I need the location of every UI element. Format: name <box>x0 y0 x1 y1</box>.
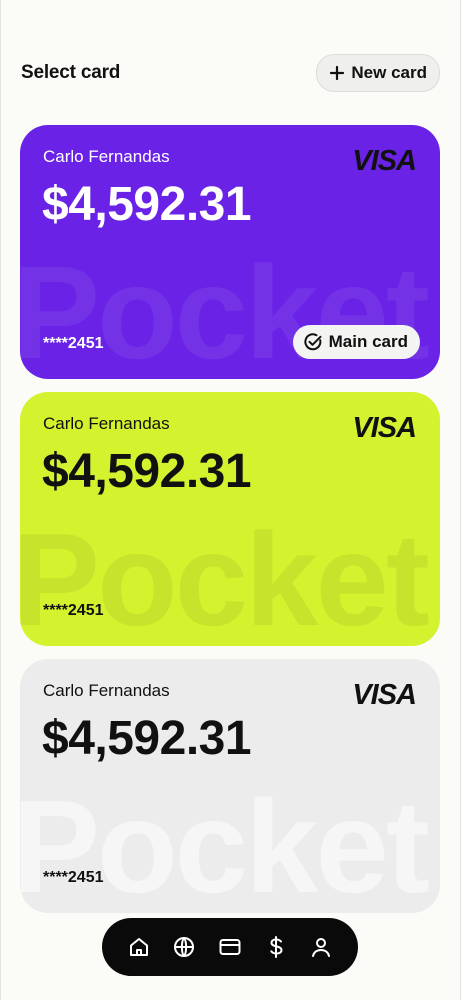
card-balance: $4,592.31 <box>42 712 252 765</box>
card-balance: $4,592.31 <box>42 178 252 231</box>
visa-logo: VISA <box>352 145 417 177</box>
nav-explore[interactable] <box>166 929 202 965</box>
card-holder-name: Carlo Fernandas <box>43 681 170 700</box>
new-card-label: New card <box>351 63 427 82</box>
header: Select card New card <box>21 54 440 92</box>
card-number: ****2451 <box>43 869 104 886</box>
card-icon <box>218 935 242 959</box>
card-main[interactable]: Pocket Carlo Fernandas VISA $4,592.31 **… <box>20 125 440 379</box>
card-holder-name: Carlo Fernandas <box>43 414 170 433</box>
nav-home[interactable] <box>121 929 157 965</box>
nav-cards[interactable] <box>212 929 248 965</box>
visa-logo: VISA <box>352 412 417 444</box>
card-balance: $4,592.31 <box>42 445 252 498</box>
main-card-badge[interactable]: Main card <box>292 325 420 359</box>
bottom-nav <box>102 918 358 976</box>
card-watermark: Pocket <box>20 506 430 646</box>
page-title: Select card <box>21 62 121 83</box>
nav-payments[interactable] <box>258 929 294 965</box>
card-watermark: Pocket <box>20 239 430 379</box>
plus-icon <box>329 65 345 81</box>
card-number: ****2451 <box>43 602 104 619</box>
card-holder-name: Carlo Fernandas <box>43 147 170 166</box>
globe-icon <box>172 935 196 959</box>
card-secondary[interactable]: Pocket Carlo Fernandas VISA $4,592.31 **… <box>20 392 440 646</box>
card-number: ****2451 <box>43 335 104 352</box>
check-circle-icon <box>303 332 323 352</box>
user-icon <box>309 935 333 959</box>
nav-profile[interactable] <box>303 929 339 965</box>
home-icon <box>127 935 151 959</box>
page-edge-left <box>0 0 1 1000</box>
dollar-icon <box>264 935 288 959</box>
new-card-button[interactable]: New card <box>316 54 440 92</box>
card-tertiary[interactable]: Pocket Carlo Fernandas VISA $4,592.31 **… <box>20 659 440 913</box>
card-watermark: Pocket <box>20 773 430 913</box>
main-card-label: Main card <box>328 332 408 351</box>
visa-logo: VISA <box>352 679 417 711</box>
